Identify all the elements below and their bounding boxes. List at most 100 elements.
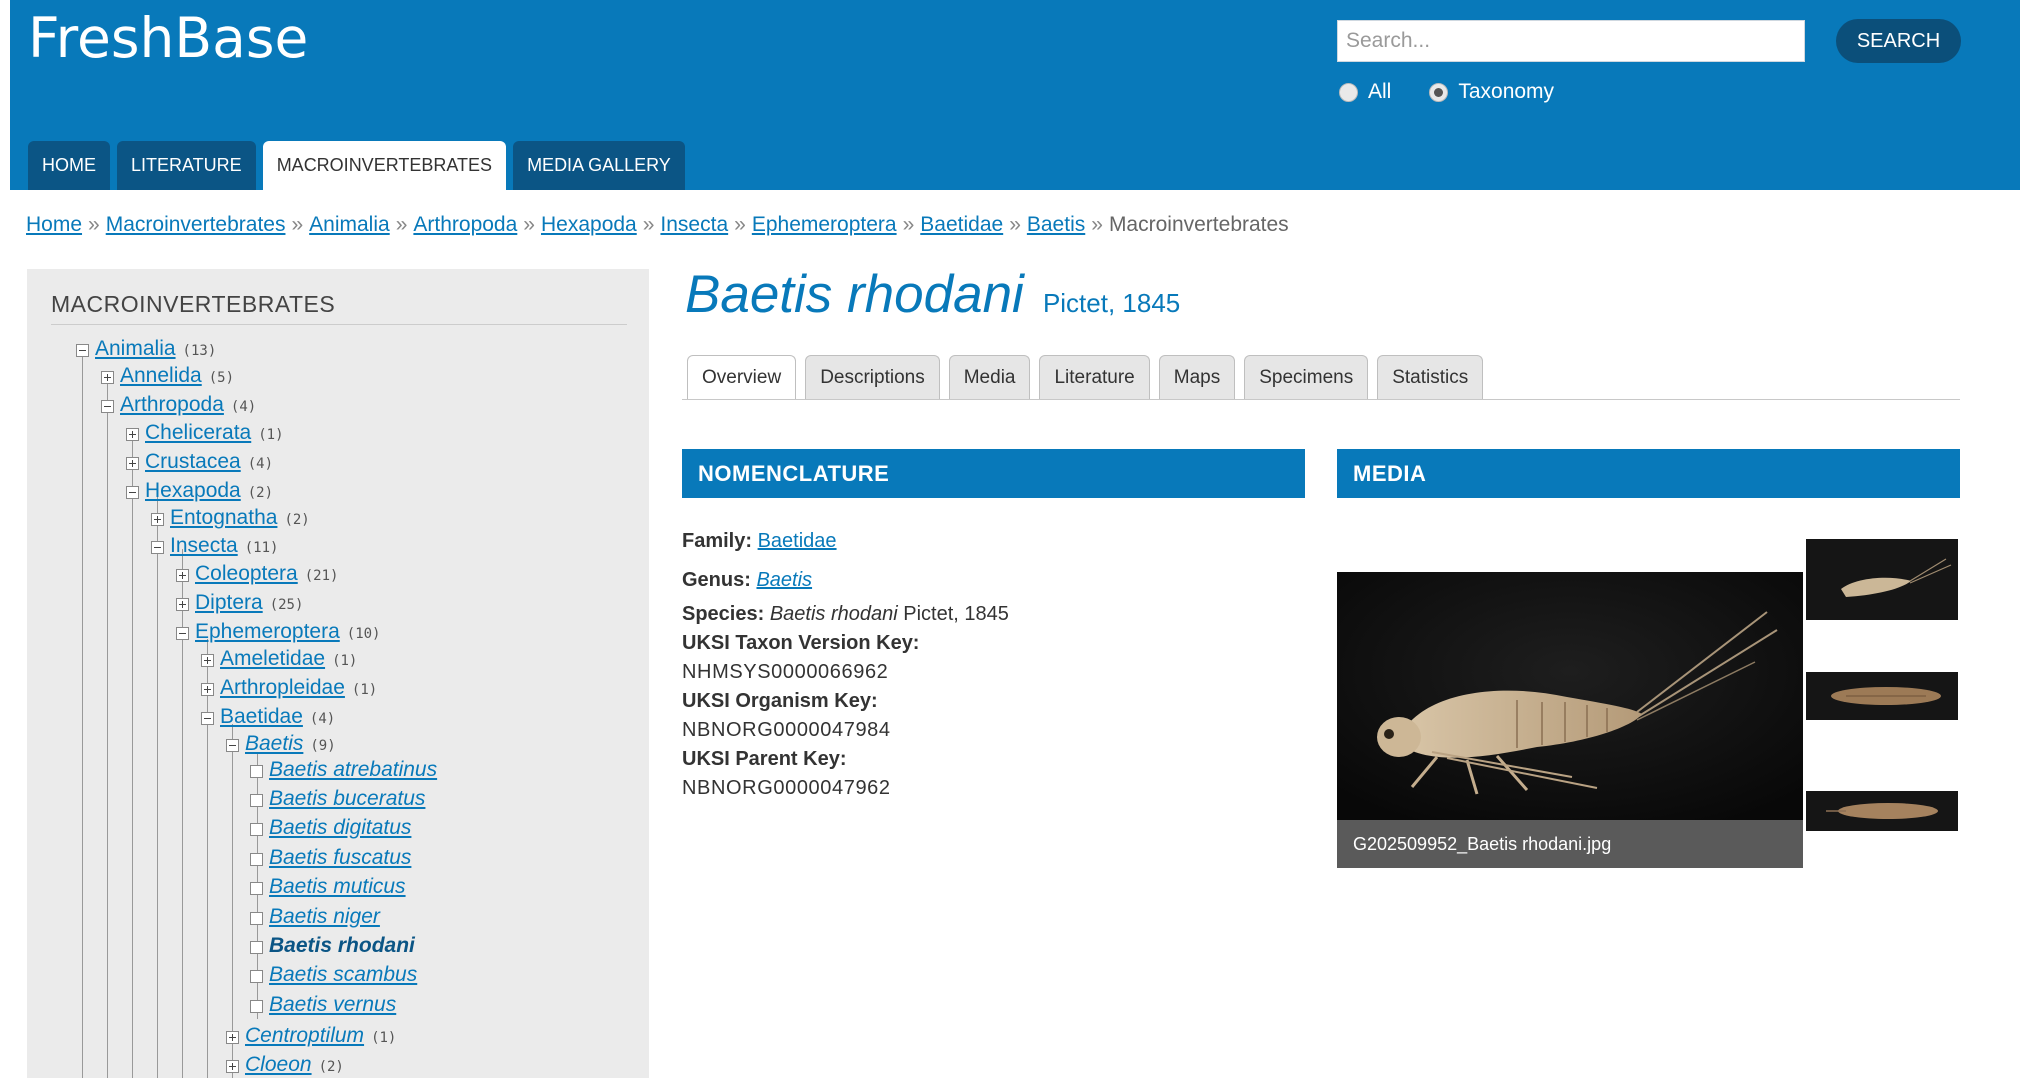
tab-media[interactable]: Media xyxy=(948,355,1031,400)
tree-link[interactable]: Baetidae xyxy=(220,705,303,729)
tree-link[interactable]: Cloeon xyxy=(245,1053,312,1077)
tree-link[interactable]: Chelicerata xyxy=(145,421,251,445)
genus-row: Genus: Baetis xyxy=(682,566,1009,595)
tree-link[interactable]: Baetis vernus xyxy=(269,993,396,1017)
search-input[interactable] xyxy=(1337,20,1805,62)
collapse-toggle-icon[interactable] xyxy=(126,486,139,499)
media-thumbnail-1[interactable] xyxy=(1806,539,1958,620)
nav-tab-home[interactable]: HOME xyxy=(28,141,110,190)
tree-node-baetis-niger: Baetis niger xyxy=(250,905,380,929)
collapse-toggle-icon[interactable] xyxy=(151,541,164,554)
tree-link[interactable]: Ephemeroptera xyxy=(195,620,340,644)
breadcrumb-animalia[interactable]: Animalia xyxy=(309,213,390,236)
tab-statistics[interactable]: Statistics xyxy=(1377,355,1484,400)
tree-count: (1) xyxy=(332,653,358,669)
tree-link[interactable]: Crustacea xyxy=(145,450,241,474)
expand-toggle-icon[interactable] xyxy=(126,457,139,470)
breadcrumb-baetidae[interactable]: Baetidae xyxy=(920,213,1003,236)
tree-link[interactable]: Arthropoda xyxy=(120,393,224,417)
tree-link[interactable]: Arthropleidae xyxy=(220,676,345,700)
family-link[interactable]: Baetidae xyxy=(758,530,837,552)
search-button[interactable]: SEARCH xyxy=(1836,19,1961,63)
tree-link[interactable]: Baetis atrebatinus xyxy=(269,758,437,782)
tree-link[interactable]: Coleoptera xyxy=(195,562,298,586)
nav-tab-literature[interactable]: LITERATURE xyxy=(117,141,256,190)
media-caption: G202509952_Baetis rhodani.jpg xyxy=(1337,820,1803,868)
collapse-toggle-icon[interactable] xyxy=(101,400,114,413)
family-label: Family: xyxy=(682,530,753,552)
breadcrumb-home[interactable]: Home xyxy=(26,213,82,236)
tree-count: (1) xyxy=(371,1030,397,1046)
tree-link[interactable]: Baetis niger xyxy=(269,905,380,929)
breadcrumb-ephemeroptera[interactable]: Ephemeroptera xyxy=(752,213,897,236)
tab-literature[interactable]: Literature xyxy=(1039,355,1150,400)
tree-link[interactable]: Baetis digitatus xyxy=(269,816,411,840)
leaf-node-icon xyxy=(250,912,263,925)
expand-toggle-icon[interactable] xyxy=(151,513,164,526)
tree-node-animalia: Animalia (13) xyxy=(76,337,216,361)
collapse-toggle-icon[interactable] xyxy=(76,344,89,357)
tree-node-arthropleidae: Arthropleidae (1) xyxy=(201,676,377,700)
tab-descriptions[interactable]: Descriptions xyxy=(805,355,940,400)
collapse-toggle-icon[interactable] xyxy=(176,627,189,640)
tree-link[interactable]: Insecta xyxy=(170,534,238,558)
radio-all[interactable]: All xyxy=(1339,80,1391,104)
tree-node-insecta: Insecta (11) xyxy=(151,534,278,558)
breadcrumb-macroinvertebrates[interactable]: Macroinvertebrates xyxy=(106,213,286,236)
expand-toggle-icon[interactable] xyxy=(176,598,189,611)
tree-link[interactable]: Centroptilum xyxy=(245,1024,364,1048)
leaf-node-icon xyxy=(250,794,263,807)
species-row: Species: Baetis rhodani Pictet, 1845 xyxy=(682,600,1009,629)
media-thumbnail-3[interactable] xyxy=(1806,791,1958,831)
tree-link[interactable]: Baetis fuscatus xyxy=(269,846,411,870)
breadcrumb-insecta[interactable]: Insecta xyxy=(660,213,728,236)
radio-all-dot[interactable] xyxy=(1339,82,1358,102)
tree-link[interactable]: Entognatha xyxy=(170,506,277,530)
tree-link[interactable]: Hexapoda xyxy=(145,479,241,503)
tree-node-arthropoda: Arthropoda (4) xyxy=(101,393,256,417)
tree-link[interactable]: Animalia xyxy=(95,337,176,361)
tree-link[interactable]: Baetis muticus xyxy=(269,875,406,899)
tree-count: (1) xyxy=(351,682,378,698)
expand-toggle-icon[interactable] xyxy=(226,1060,239,1073)
radio-taxonomy[interactable]: Taxonomy xyxy=(1429,80,1554,104)
tree-link[interactable]: Baetis xyxy=(245,732,303,756)
genus-link[interactable]: Baetis xyxy=(756,569,812,591)
tree-guide-line xyxy=(157,494,158,1078)
parent-key-label: UKSI Parent Key: xyxy=(682,748,847,770)
expand-toggle-icon[interactable] xyxy=(126,428,139,441)
tree-link[interactable]: Annelida xyxy=(120,364,202,388)
breadcrumb-baetis[interactable]: Baetis xyxy=(1027,213,1085,236)
expand-toggle-icon[interactable] xyxy=(201,654,214,667)
thumbnail-image xyxy=(1806,539,1958,620)
site-header: FreshBase SEARCH All Taxonomy HOME LITER… xyxy=(10,0,2020,190)
tree-link[interactable]: Baetis buceratus xyxy=(269,787,425,811)
nav-tab-macroinvertebrates[interactable]: MACROINVERTEBRATES xyxy=(262,141,507,190)
tab-overview[interactable]: Overview xyxy=(687,355,797,400)
expand-toggle-icon[interactable] xyxy=(101,371,114,384)
tree-node-entognatha: Entognatha (2) xyxy=(151,506,310,530)
breadcrumb-arthropoda[interactable]: Arthropoda xyxy=(413,213,517,236)
tree-link[interactable]: Baetis scambus xyxy=(269,963,417,987)
media-thumbnail-2[interactable] xyxy=(1806,672,1958,720)
expand-toggle-icon[interactable] xyxy=(201,683,214,696)
tree-link[interactable]: Diptera xyxy=(195,591,263,615)
leaf-node-icon xyxy=(250,1000,263,1013)
tab-maps[interactable]: Maps xyxy=(1158,355,1236,400)
site-logo[interactable]: FreshBase xyxy=(28,6,308,70)
expand-toggle-icon[interactable] xyxy=(226,1031,239,1044)
tree-link-current[interactable]: Baetis rhodani xyxy=(269,934,415,958)
collapse-toggle-icon[interactable] xyxy=(201,712,214,725)
tab-specimens[interactable]: Specimens xyxy=(1244,355,1369,400)
tree-guide-line xyxy=(82,349,83,1078)
tree-node-chelicerata: Chelicerata (1) xyxy=(126,421,284,445)
breadcrumb-hexapoda[interactable]: Hexapoda xyxy=(541,213,637,236)
nav-tab-media-gallery[interactable]: MEDIA GALLERY xyxy=(513,141,685,190)
tree-link[interactable]: Ameletidae xyxy=(220,647,325,671)
radio-taxonomy-dot[interactable] xyxy=(1429,82,1449,102)
media-main-image[interactable]: G202509952_Baetis rhodani.jpg xyxy=(1337,572,1803,868)
tree-count: (1) xyxy=(258,427,284,443)
tree-count: (9) xyxy=(310,738,336,754)
collapse-toggle-icon[interactable] xyxy=(226,739,239,752)
expand-toggle-icon[interactable] xyxy=(176,569,189,582)
